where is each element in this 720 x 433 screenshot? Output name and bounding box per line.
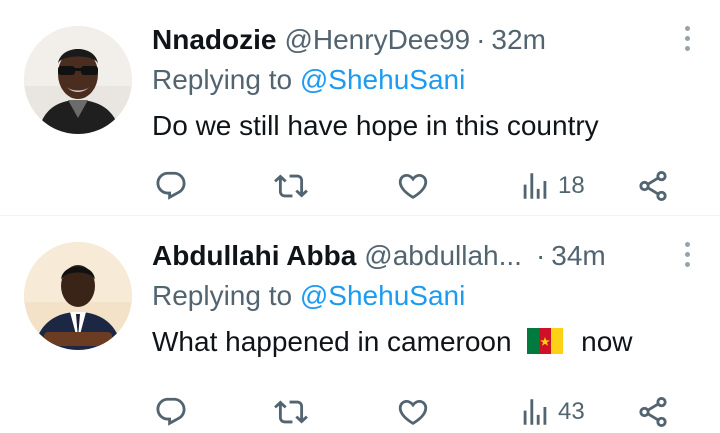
views-count: 18 [558,172,585,199]
replying-prefix: Replying to [152,64,293,95]
share-button[interactable] [636,392,670,432]
share-button[interactable] [636,166,670,206]
reply-button[interactable] [154,166,188,206]
mention-link[interactable]: @ShehuSani [300,64,465,95]
like-button[interactable] [396,392,430,432]
tweet[interactable]: Abdullahi Abba @abdullah... · 34m Replyi… [0,216,720,433]
replying-to: Replying to @ShehuSani [152,276,696,316]
timestamp[interactable]: 34m [551,236,605,276]
retweet-button[interactable] [274,392,308,432]
cameroon-flag-icon [527,328,564,354]
views-icon [523,399,547,425]
replying-to: Replying to @ShehuSani [152,60,696,100]
views-button[interactable]: 18 [518,166,585,206]
share-icon [639,170,667,202]
like-button[interactable] [396,166,430,206]
retweet-icon [274,174,308,198]
action-bar: 43 [152,392,680,432]
separator-dot: · [476,24,486,55]
author-handle[interactable]: @HenryDee99 [284,20,470,60]
views-icon [523,173,547,199]
author-handle[interactable]: @abdullah... [364,236,522,276]
avatar[interactable] [24,242,132,350]
avatar[interactable] [24,26,132,134]
views-count: 43 [558,398,585,425]
tweet-text-suffix: now [581,326,633,357]
views-button[interactable]: 43 [518,392,585,432]
tweet-text: Do we still have hope in this country [152,104,696,148]
heart-icon [398,399,428,425]
more-icon[interactable] [684,242,692,272]
heart-icon [398,173,428,199]
mention-link[interactable]: @ShehuSani [300,280,465,311]
author-name[interactable]: Nnadozie [152,20,276,60]
retweet-icon [274,400,308,424]
reply-icon [156,397,186,426]
replying-prefix: Replying to [152,280,293,311]
action-bar: 18 [152,166,680,206]
tweet-text: What happened in cameroon now [152,320,696,364]
share-icon [639,396,667,428]
tweet-text-content: Do we still have hope in this country [152,110,599,141]
reply-icon [156,171,186,200]
more-icon[interactable] [684,26,692,56]
reply-button[interactable] [154,392,188,432]
author-name[interactable]: Abdullahi Abba [152,236,356,276]
timestamp[interactable]: 32m [491,20,545,60]
retweet-button[interactable] [274,166,308,206]
separator-dot: · [535,240,546,271]
tweet-text-content: What happened in cameroon [152,326,512,357]
tweet[interactable]: Nnadozie @HenryDee99 · 32m Replying to @… [0,0,720,216]
